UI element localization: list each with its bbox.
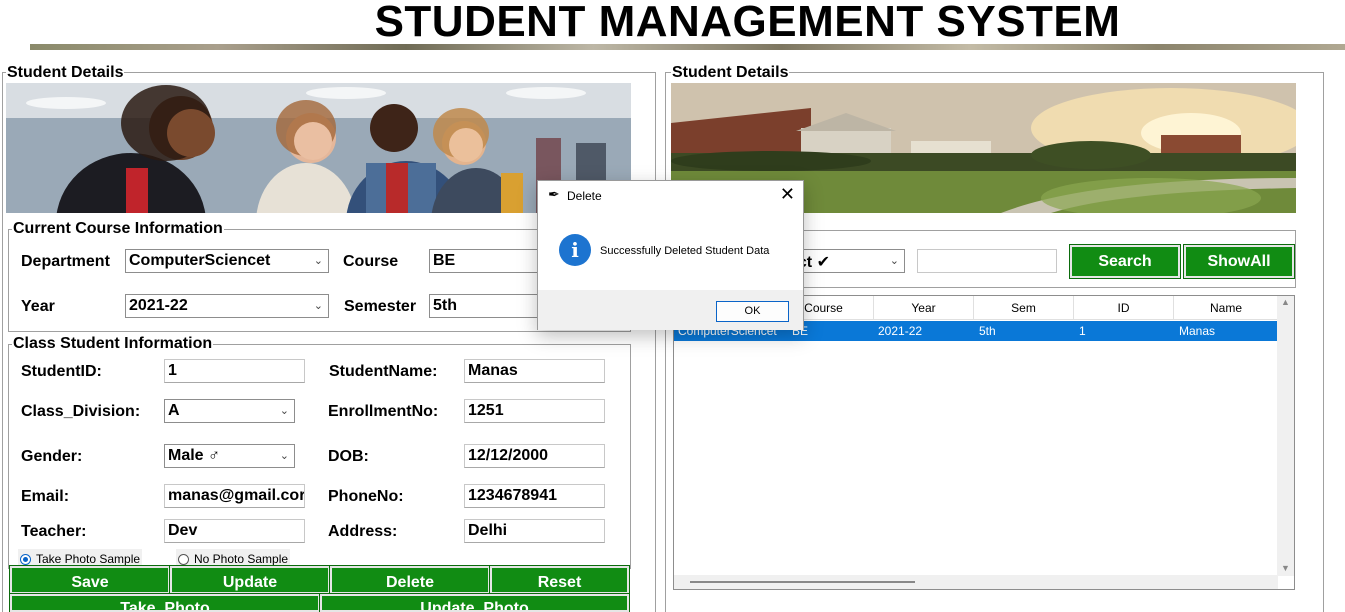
department-label: Department xyxy=(21,253,110,270)
cell-name: Manas xyxy=(1179,324,1216,338)
phone-input[interactable]: 1234678941 xyxy=(464,484,605,508)
delete-button[interactable]: Delete xyxy=(329,565,491,595)
year-label: Year xyxy=(21,298,55,315)
student-name-input[interactable]: Manas xyxy=(464,359,605,383)
delete-dialog: ✒ Delete ✕ i Successfully Deleted Studen… xyxy=(537,180,804,330)
take-photo-radio[interactable]: Take Photo Sample xyxy=(18,549,143,567)
title-banner: STUDENT MANAGEMENT SYSTEM xyxy=(0,0,1345,50)
search-button[interactable]: Search xyxy=(1069,244,1181,279)
vertical-scrollbar[interactable]: ▲ ▼ xyxy=(1277,296,1294,576)
right-frame-title: Student Details xyxy=(671,64,790,82)
dialog-title: Delete xyxy=(567,189,602,203)
course-label: Course xyxy=(343,253,399,270)
enrollment-input[interactable]: 1251 xyxy=(464,399,605,423)
reset-button[interactable]: Reset xyxy=(489,565,630,595)
chevron-down-icon[interactable]: ⌄ xyxy=(890,254,899,267)
update-photo-button[interactable]: Update_Photo xyxy=(319,593,630,612)
semester-combobox[interactable]: 5th xyxy=(429,294,539,318)
chevron-down-icon[interactable]: ⌄ xyxy=(314,299,323,312)
address-input[interactable]: Delhi xyxy=(464,519,605,543)
column-header-name[interactable]: Name xyxy=(1174,296,1278,320)
save-button[interactable]: Save xyxy=(9,565,171,595)
search-input[interactable] xyxy=(917,249,1057,273)
take-photo-radio-label: Take Photo Sample xyxy=(36,552,141,566)
gender-label: Gender: xyxy=(21,448,83,465)
chevron-down-icon[interactable]: ⌄ xyxy=(314,254,323,267)
radio-unselected-icon xyxy=(178,553,189,565)
app-title: STUDENT MANAGEMENT SYSTEM xyxy=(374,0,1121,46)
course-info-title: Current Course Information xyxy=(12,220,224,238)
phone-label: PhoneNo: xyxy=(328,488,404,505)
class-info-title: Class Student Information xyxy=(12,335,214,353)
email-label: Email: xyxy=(21,488,70,505)
horizontal-scrollbar[interactable] xyxy=(674,575,1278,589)
year-value: 2021-22 xyxy=(129,297,188,314)
cell-id: 1 xyxy=(1079,324,1086,338)
year-combobox[interactable]: 2021-22 ⌄ xyxy=(125,294,329,318)
update-button[interactable]: Update xyxy=(169,565,331,595)
address-label: Address: xyxy=(328,523,398,540)
department-value: ComputerSciencet xyxy=(129,252,271,269)
department-combobox[interactable]: ComputerSciencet ⌄ xyxy=(125,249,329,273)
student-name-label: StudentName: xyxy=(329,363,438,380)
cell-sem: 5th xyxy=(979,324,996,338)
class-division-value: A xyxy=(168,402,180,419)
ok-button[interactable]: OK xyxy=(716,301,789,322)
dialog-message: Successfully Deleted Student Data xyxy=(600,245,770,257)
dialog-titlebar[interactable]: ✒ Delete ✕ xyxy=(538,181,803,212)
dob-label: DOB: xyxy=(328,448,369,465)
student-id-input[interactable]: 1 xyxy=(164,359,305,383)
no-photo-radio-label: No Photo Sample xyxy=(194,552,289,566)
chevron-down-icon[interactable]: ⌄ xyxy=(280,404,289,417)
scroll-up-icon[interactable]: ▲ xyxy=(1281,297,1290,307)
semester-value: 5th xyxy=(433,297,457,314)
column-header-sem[interactable]: Sem xyxy=(974,296,1074,320)
cell-year: 2021-22 xyxy=(878,324,923,338)
dialog-footer: OK xyxy=(538,290,803,330)
course-combobox[interactable]: BE xyxy=(429,249,539,273)
student-id-label: StudentID: xyxy=(21,363,102,380)
left-frame-title: Student Details xyxy=(6,64,125,82)
class-division-label: Class_Division: xyxy=(21,403,141,420)
horizontal-scroll-thumb[interactable] xyxy=(690,581,915,583)
showall-button[interactable]: ShowAll xyxy=(1183,244,1295,279)
feather-icon: ✒ xyxy=(548,186,560,202)
chevron-down-icon[interactable]: ⌄ xyxy=(280,449,289,462)
teacher-input[interactable]: Dev xyxy=(164,519,305,543)
scroll-down-icon[interactable]: ▼ xyxy=(1281,563,1290,573)
class-division-combobox[interactable]: A ⌄ xyxy=(164,399,295,423)
teacher-label: Teacher: xyxy=(21,523,87,540)
no-photo-radio[interactable]: No Photo Sample xyxy=(176,549,291,567)
take-photo-button[interactable]: Take_Photo xyxy=(9,593,321,612)
email-input[interactable]: manas@gmail.cor xyxy=(164,484,305,508)
radio-selected-icon xyxy=(20,553,31,565)
student-table[interactable]: Course Year Sem ID Name ComputerSciencet… xyxy=(673,295,1295,590)
column-header-year[interactable]: Year xyxy=(874,296,974,320)
close-icon[interactable]: ✕ xyxy=(780,184,795,205)
dialog-body: i Successfully Deleted Student Data xyxy=(538,212,803,290)
dob-input[interactable]: 12/12/2000 xyxy=(464,444,605,468)
info-icon: i xyxy=(559,234,591,266)
gender-value: Male ♂ xyxy=(168,447,221,464)
course-value: BE xyxy=(433,252,456,269)
gender-combobox[interactable]: Male ♂ ⌄ xyxy=(164,444,295,468)
enrollment-label: EnrollmentNo: xyxy=(328,403,439,420)
column-header-id[interactable]: ID xyxy=(1074,296,1174,320)
semester-label: Semester xyxy=(344,298,417,315)
